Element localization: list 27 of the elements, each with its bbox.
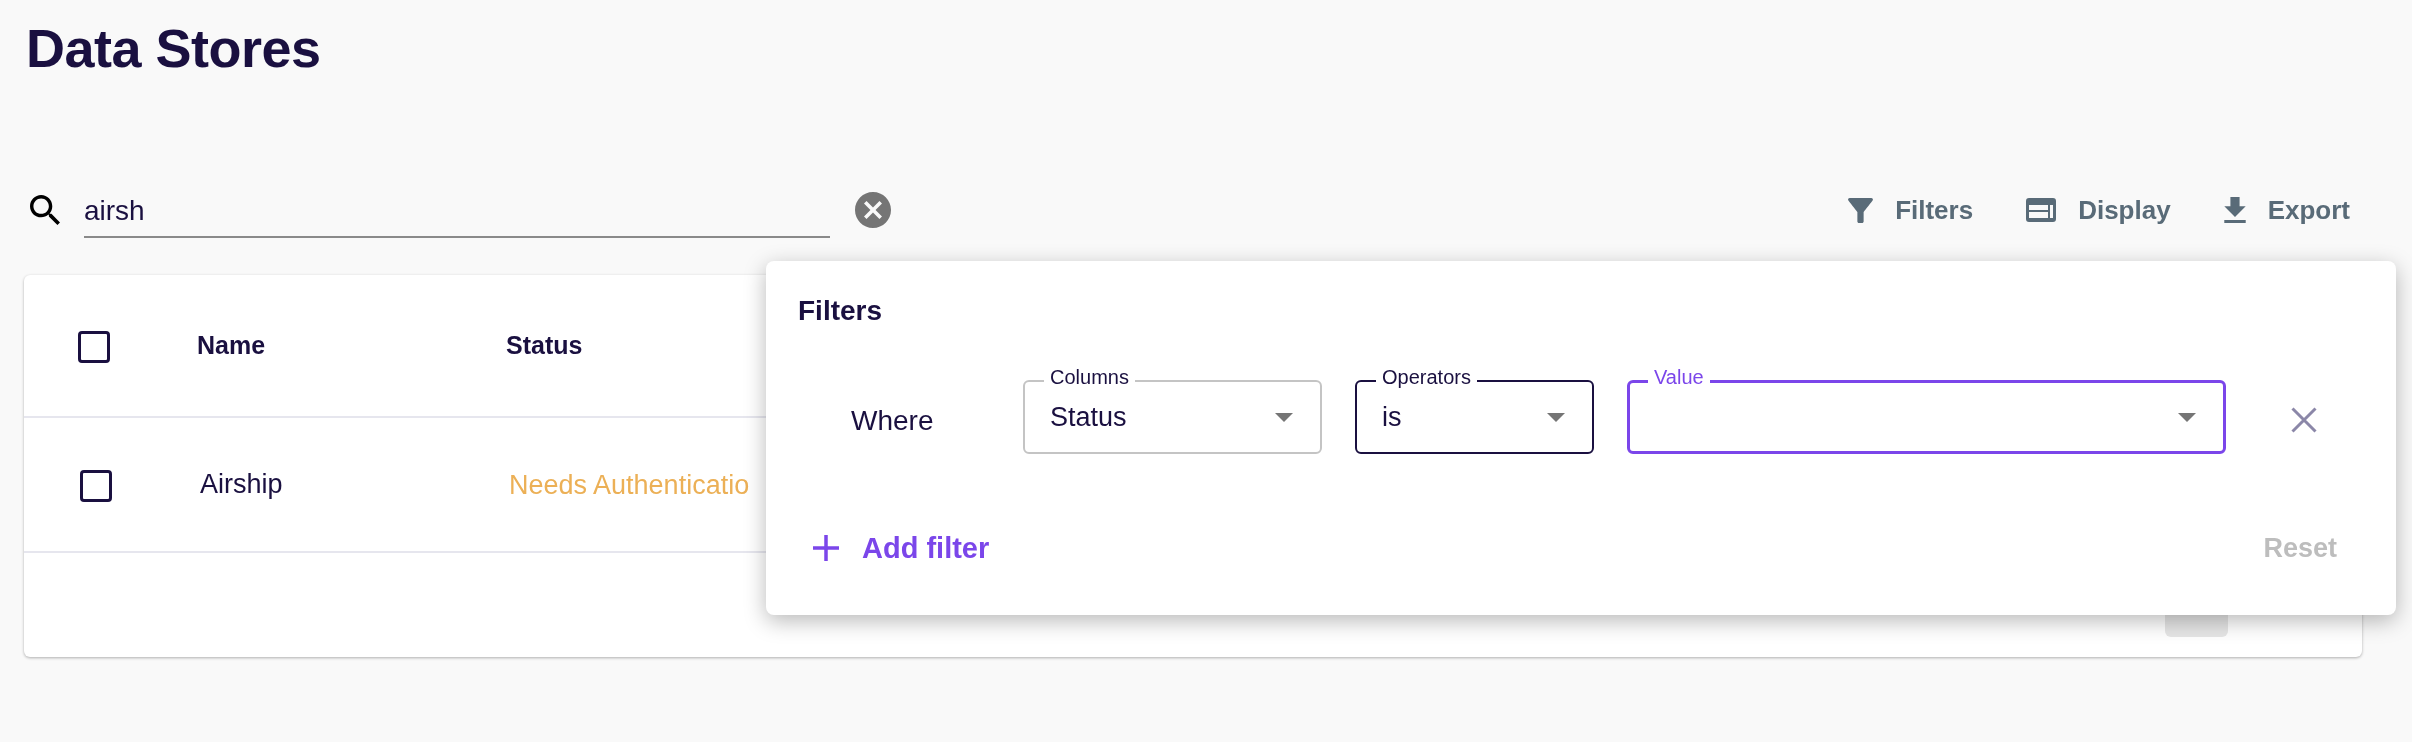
layout-icon	[2026, 198, 2057, 222]
caret-icon	[2178, 412, 2196, 422]
add-filter-button[interactable]: Add filter	[813, 533, 990, 563]
checkbox[interactable]	[78, 331, 110, 363]
search-field[interactable]: airsh	[84, 182, 830, 238]
filters-button[interactable]: Filters	[1848, 197, 1974, 223]
clear-icon[interactable]	[855, 192, 891, 228]
search-icon	[30, 195, 60, 225]
plus-icon	[813, 535, 839, 561]
where-label: Where	[851, 406, 934, 435]
display-button[interactable]: Display	[2026, 197, 2171, 223]
status-text: Needs Authenticatio	[509, 472, 750, 499]
field-label: Columns	[1044, 367, 1135, 387]
popup-title: Filters	[798, 297, 883, 325]
caret-icon	[1547, 412, 1565, 422]
close-icon[interactable]	[2291, 407, 2317, 433]
checkbox[interactable]	[80, 469, 112, 502]
name-cell: Airship	[200, 469, 283, 499]
caret-icon	[1275, 412, 1293, 422]
download-icon	[2223, 197, 2246, 223]
column-header: Status	[506, 331, 583, 359]
column-header: Name	[197, 331, 266, 359]
field-label: Operators	[1376, 367, 1477, 387]
field-label: Value	[1648, 367, 1710, 387]
page-title: Data Stores	[26, 21, 321, 75]
export-button[interactable]: Export	[2223, 197, 2350, 223]
filter-icon	[1848, 197, 1874, 223]
